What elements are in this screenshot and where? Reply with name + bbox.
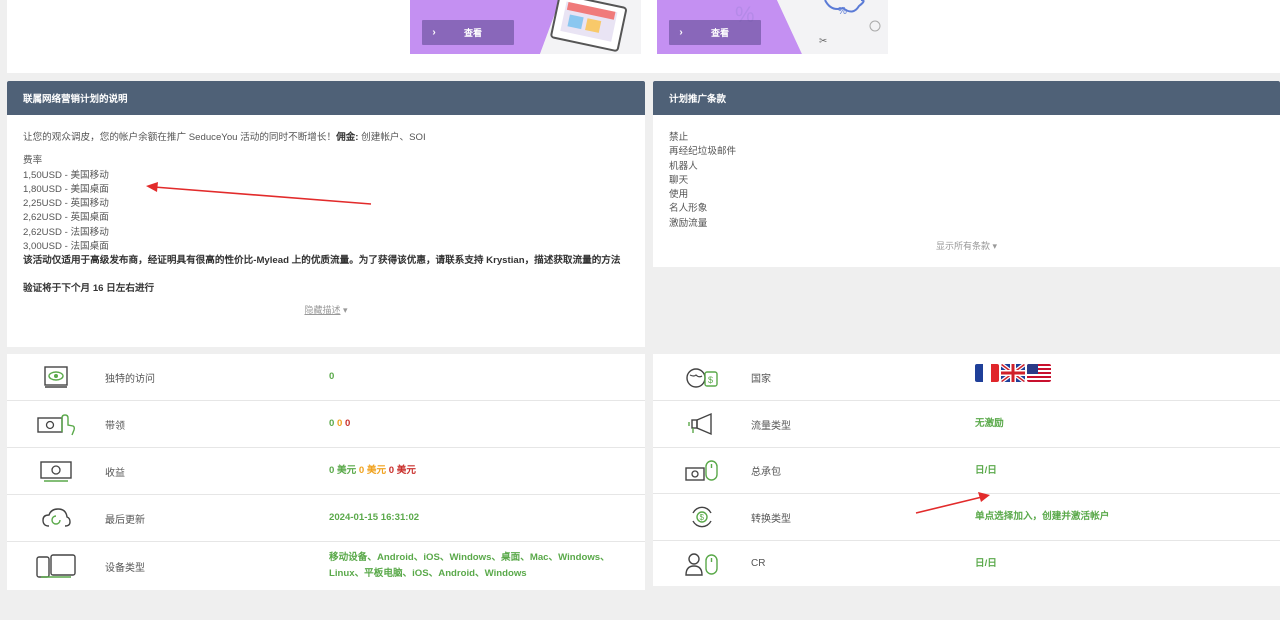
total-cap-value: 日/日 bbox=[975, 464, 997, 476]
rate-item: 1,80USD - 美国桌面 bbox=[23, 183, 109, 195]
conversion-cycle-icon: $ bbox=[653, 504, 751, 530]
devices-icon bbox=[7, 553, 105, 579]
rate-item: 2,25USD - 英国移动 bbox=[23, 198, 109, 210]
svg-text:%: % bbox=[838, 6, 847, 17]
cr-value: 日/日 bbox=[975, 557, 997, 569]
stat-row-conversion-type: $ 转换类型 单点选择加入，创建并激活帐户 bbox=[653, 494, 1280, 541]
term-item: 再经纪垃圾邮件 bbox=[669, 146, 737, 158]
term-item: 禁止 bbox=[669, 132, 689, 143]
unique-visits-value: 0 bbox=[329, 371, 335, 382]
globe-money-icon: $ bbox=[653, 364, 751, 390]
traffic-type-value: 无激励 bbox=[975, 418, 1004, 429]
chevron-right-icon: › bbox=[679, 27, 683, 38]
terms-body: 禁止 再经纪垃圾邮件 机器人 聊天 使用 名人形象 激励流量 显示所有条款 ▾ bbox=[653, 115, 1280, 253]
caret-down-icon: ▾ bbox=[343, 305, 348, 316]
stat-row-traffic-type: 流量类型 无激励 bbox=[653, 401, 1280, 448]
offer-stats-right: $ 国家 流量类型 无激励 总承包 日/日 $ 转换类型 单点选择加入，创建并激… bbox=[653, 354, 1280, 586]
country-flags bbox=[975, 364, 1280, 382]
earnings-value: 0 美元 0 美元 0 美元 bbox=[329, 465, 416, 476]
rate-item: 2,62USD - 英国桌面 bbox=[23, 212, 109, 224]
term-item: 聊天 bbox=[669, 174, 689, 186]
money-click-icon bbox=[7, 412, 105, 436]
description-body: 让您的观众调皮，您的帐户余额在推广 SeduceYou 活动的同时不断增长！佣金… bbox=[7, 115, 645, 318]
stat-row-unique-visits: 独特的访问 0 bbox=[7, 354, 645, 401]
flag-uk-icon bbox=[1001, 364, 1025, 382]
promotion-terms-panel: 计划推广条款 禁止 再经纪垃圾邮件 机器人 聊天 使用 名人形象 激励流量 显示… bbox=[653, 81, 1280, 267]
svg-text:✂: ✂ bbox=[819, 36, 827, 47]
rate-item: 2,62USD - 法国移动 bbox=[23, 226, 109, 238]
chevron-right-icon: › bbox=[432, 27, 436, 38]
user-mouse-icon bbox=[653, 551, 751, 577]
panel-header: 计划推广条款 bbox=[653, 81, 1280, 115]
show-all-terms-link[interactable]: 显示所有条款 ▾ bbox=[669, 239, 1264, 253]
svg-text:$: $ bbox=[708, 375, 713, 385]
intro-line: 让您的观众调皮，您的帐户余额在推广 SeduceYou 活动的同时不断增长！佣金… bbox=[23, 132, 426, 143]
stat-row-total-cap: 总承包 日/日 bbox=[653, 448, 1280, 494]
panel-header: 联属网络营销计划的说明 bbox=[7, 81, 645, 115]
eye-screen-icon bbox=[7, 365, 105, 389]
caret-down-icon: ▾ bbox=[992, 241, 998, 252]
last-update-value: 2024-01-15 16:31:02 bbox=[329, 512, 420, 523]
stat-row-cr: CR 日/日 bbox=[653, 541, 1280, 586]
rates-label: 费率 bbox=[23, 155, 43, 167]
program-description-panel: 联属网络营销计划的说明 让您的观众调皮，您的帐户余额在推广 SeduceYou … bbox=[7, 81, 645, 347]
term-item: 名人形象 bbox=[669, 203, 708, 215]
view-button-2[interactable]: › 查看 bbox=[669, 20, 761, 45]
top-banner-strip: › 查看 % % ✂ › 查看 bbox=[7, 0, 1280, 73]
conversion-type-value: 单点选择加入，创建并激活帐户 bbox=[975, 511, 1110, 522]
stat-row-device-type: 设备类型 移动设备、Android、iOS、Windows、桌面、Mac、Win… bbox=[7, 542, 645, 590]
stat-row-earnings: 收益 0 美元 0 美元 0 美元 bbox=[7, 448, 645, 495]
stat-row-last-update: 最后更新 2024-01-15 16:31:02 bbox=[7, 495, 645, 542]
offer-banner-1[interactable]: › 查看 bbox=[410, 0, 641, 54]
hide-description-link[interactable]: 隐藏描述 ▾ bbox=[23, 303, 629, 317]
svg-text:$: $ bbox=[700, 513, 705, 522]
view-button-1[interactable]: › 查看 bbox=[422, 20, 514, 45]
term-item: 使用 bbox=[669, 189, 689, 201]
stat-row-country: $ 国家 bbox=[653, 354, 1280, 401]
rate-item: 3,00USD - 法国桌面 bbox=[23, 241, 109, 253]
leads-value: 0 0 0 bbox=[329, 418, 351, 429]
flag-usa-icon bbox=[1027, 364, 1051, 382]
stat-row-leads: 带领 0 0 0 bbox=[7, 401, 645, 448]
term-item: 激励流量 bbox=[669, 217, 708, 229]
money-mouse-icon bbox=[653, 458, 751, 484]
term-item: 机器人 bbox=[669, 160, 698, 172]
banknote-icon bbox=[7, 459, 105, 483]
offer-banner-2[interactable]: % % ✂ › 查看 bbox=[657, 0, 888, 54]
verification-note: 验证将于下个月 16 日左右进行 bbox=[23, 283, 155, 295]
offer-stats-left: 独特的访问 0 带领 0 0 0 收益 0 美元 0 美元 0 美元 最后更新 … bbox=[7, 354, 645, 590]
flag-france-icon bbox=[975, 364, 999, 382]
cloud-sync-icon bbox=[7, 506, 105, 530]
megaphone-icon bbox=[653, 412, 751, 436]
offer-note: 该活动仅适用于高级发布商，经证明具有很高的性价比-Mylead 上的优质流量。为… bbox=[23, 255, 621, 267]
device-type-value: 移动设备、Android、iOS、Windows、桌面、Mac、Windows、… bbox=[329, 552, 610, 579]
rate-item: 1,50USD - 美国移动 bbox=[23, 169, 109, 181]
